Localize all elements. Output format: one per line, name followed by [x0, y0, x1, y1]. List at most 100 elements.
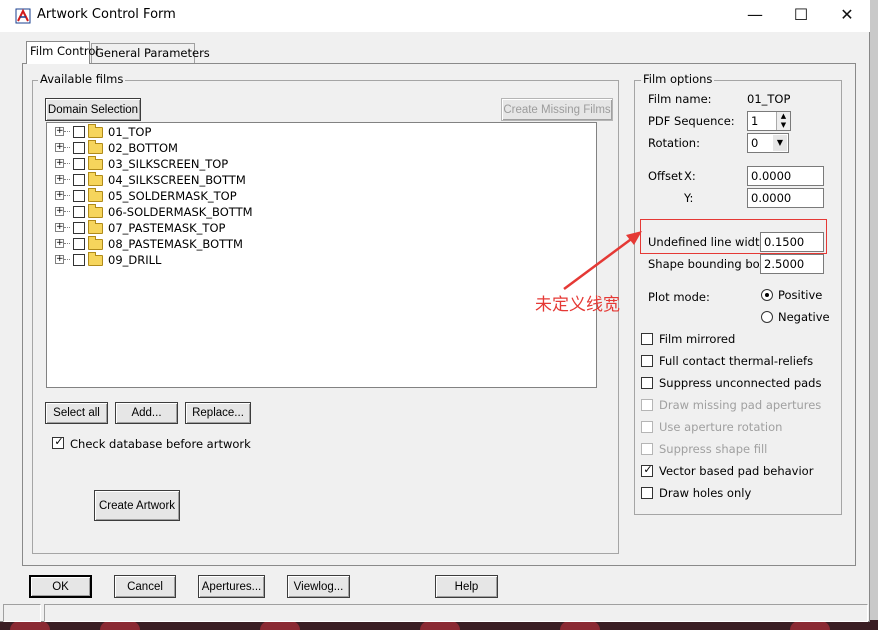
offset-y-label: Y: — [684, 191, 694, 205]
annotation-highlight-box — [640, 219, 827, 254]
available-films-label: Available films — [38, 72, 126, 86]
film-mirrored-label: Film mirrored — [659, 332, 736, 346]
film-name: 07_PASTEMASK_TOP — [108, 221, 226, 235]
apertures-button[interactable]: Apertures... — [198, 575, 265, 598]
checkmark-icon: ✓ — [643, 463, 653, 476]
full-contact-thermal-reliefs-label: Full contact thermal-reliefs — [659, 354, 814, 368]
film-checkbox[interactable] — [73, 254, 85, 266]
expand-icon[interactable]: + — [55, 207, 64, 216]
folder-icon — [88, 124, 103, 138]
expand-icon[interactable]: + — [55, 223, 64, 232]
vector-based-pad-behavior-label: Vector based pad behavior — [659, 464, 814, 478]
film-options-label: Film options — [641, 72, 715, 86]
plot-positive-label: Positive — [778, 288, 823, 302]
shape-bounding-box-input[interactable]: 2.5000 — [760, 254, 824, 274]
film-name: 09_DRILL — [108, 253, 162, 267]
expand-icon[interactable]: + — [55, 159, 64, 168]
viewlog-button[interactable]: Viewlog... — [287, 575, 350, 598]
rotation-select[interactable]: 0 ▼ — [747, 133, 789, 153]
offset-x-label: X: — [684, 169, 696, 183]
expand-icon[interactable]: + — [55, 255, 64, 264]
film-checkbox[interactable] — [73, 206, 85, 218]
film-name-value: 01_TOP — [747, 92, 791, 106]
film-checkbox[interactable] — [73, 174, 85, 186]
expand-icon[interactable]: + — [55, 239, 64, 248]
help-button[interactable]: Help — [435, 575, 498, 598]
use-aperture-rotation-label: Use aperture rotation — [659, 420, 783, 434]
add-button[interactable]: Add... — [115, 402, 178, 424]
suppress-unconnected-pads-label: Suppress unconnected pads — [659, 376, 822, 390]
folder-icon — [88, 236, 103, 250]
close-button[interactable]: ✕ — [824, 0, 870, 32]
ok-button[interactable]: OK — [29, 575, 92, 598]
pdf-sequence-value: 1 — [751, 114, 759, 128]
offset-x-input[interactable]: 0.0000 — [747, 166, 824, 186]
plot-negative-label: Negative — [778, 310, 830, 324]
draw-holes-only-checkbox[interactable] — [641, 487, 653, 499]
offset-label: Offset — [648, 169, 683, 183]
create-artwork-button[interactable]: Create Artwork — [94, 490, 180, 521]
draw-holes-only-label: Draw holes only — [659, 486, 752, 500]
film-name: 02_BOTTOM — [108, 141, 178, 155]
rotation-value: 0 — [751, 136, 759, 150]
plot-negative-radio[interactable] — [761, 311, 773, 323]
film-name: 04_SILKSCREEN_BOTTM — [108, 173, 246, 187]
expand-icon[interactable]: + — [55, 127, 64, 136]
expand-icon[interactable]: + — [55, 143, 64, 152]
check-database-checkbox[interactable]: ✓ — [52, 435, 64, 449]
select-all-button[interactable]: Select all — [45, 402, 108, 424]
folder-icon — [88, 204, 103, 218]
film-name: 05_SOLDERMASK_TOP — [108, 189, 237, 203]
folder-icon — [88, 188, 103, 202]
annotation-label: 未定义线宽 — [535, 295, 620, 315]
plot-positive-radio[interactable] — [761, 289, 773, 301]
expand-icon[interactable]: + — [55, 175, 64, 184]
suppress-shape-fill-label: Suppress shape fill — [659, 442, 768, 456]
folder-icon — [88, 220, 103, 234]
film-name: 08_PASTEMASK_BOTTM — [108, 237, 243, 251]
films-tree[interactable]: + 01_TOP + 02_BOTTOM + 03_SILKSCREEN_TOP… — [46, 122, 597, 388]
minimize-button[interactable]: — — [732, 0, 778, 32]
vector-based-pad-behavior-checkbox[interactable]: ✓ — [641, 463, 653, 477]
film-name: 03_SILKSCREEN_TOP — [108, 157, 229, 171]
maximize-button[interactable]: ☐ — [778, 0, 824, 32]
film-checkbox[interactable] — [73, 142, 85, 154]
create-missing-films-button[interactable]: Create Missing Films — [501, 98, 613, 121]
folder-icon — [88, 172, 103, 186]
artwork-control-window: Artwork Control Form — ☐ ✕ Film Control … — [0, 0, 870, 622]
film-checkbox[interactable] — [73, 126, 85, 138]
film-checkbox[interactable] — [73, 190, 85, 202]
expand-icon[interactable]: + — [55, 191, 64, 200]
tab-film-control[interactable]: Film Control — [26, 41, 99, 64]
film-name: 06-SOLDERMASK_BOTTM — [108, 205, 253, 219]
use-aperture-rotation-checkbox — [641, 421, 653, 433]
film-name: 01_TOP — [108, 125, 152, 139]
folder-icon — [88, 140, 103, 154]
draw-missing-pad-apertures-label: Draw missing pad apertures — [659, 398, 822, 412]
shape-bounding-box-label: Shape bounding box: — [648, 257, 770, 271]
folder-icon — [88, 156, 103, 170]
draw-missing-pad-apertures-checkbox — [641, 399, 653, 411]
spinner-arrows-icon[interactable]: ▲ ▼ — [776, 112, 790, 130]
film-mirrored-checkbox[interactable] — [641, 333, 653, 345]
film-checkbox[interactable] — [73, 158, 85, 170]
checkmark-icon: ✓ — [54, 435, 64, 448]
film-checkbox[interactable] — [73, 238, 85, 250]
offset-y-input[interactable]: 0.0000 — [747, 188, 824, 208]
pdf-sequence-spinner[interactable]: 1 ▲ ▼ — [747, 111, 791, 131]
tab-general-parameters[interactable]: General Parameters — [91, 43, 210, 64]
domain-selection-button[interactable]: Domain Selection — [45, 98, 141, 121]
status-bar — [0, 602, 870, 622]
full-contact-thermal-reliefs-checkbox[interactable] — [641, 355, 653, 367]
title-bar: Artwork Control Form — ☐ ✕ — [0, 0, 870, 32]
app-icon — [15, 8, 31, 24]
annotation-arrow-icon — [563, 231, 642, 291]
suppress-unconnected-pads-checkbox[interactable] — [641, 377, 653, 389]
cancel-button[interactable]: Cancel — [114, 575, 176, 598]
rotation-label: Rotation: — [648, 136, 700, 150]
film-checkbox[interactable] — [73, 222, 85, 234]
folder-icon — [88, 252, 103, 266]
chevron-down-icon[interactable]: ▼ — [773, 135, 787, 151]
window-title: Artwork Control Form — [37, 7, 176, 22]
replace-button[interactable]: Replace... — [185, 402, 251, 424]
